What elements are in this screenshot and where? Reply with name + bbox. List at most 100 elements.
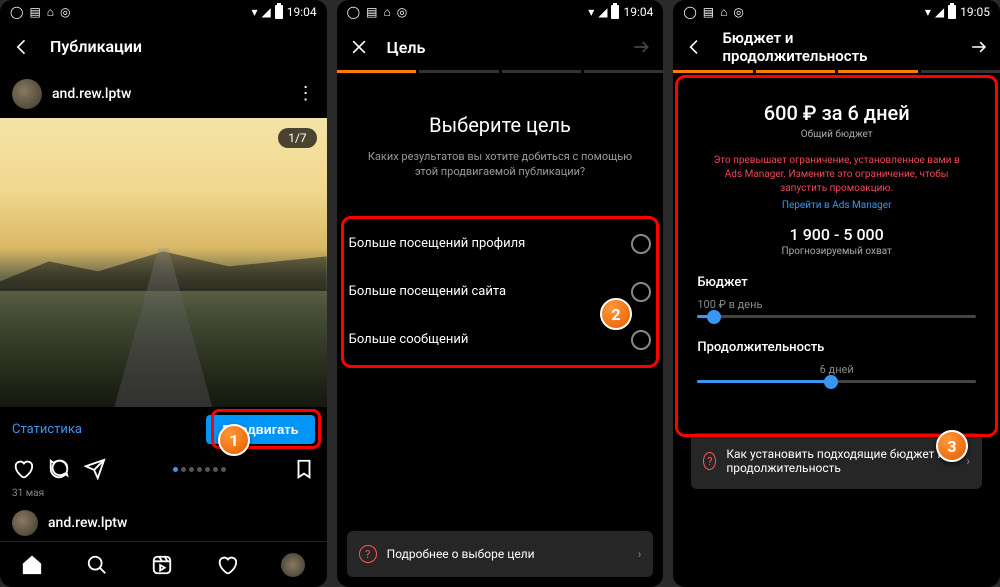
close-icon[interactable]: [349, 37, 369, 57]
username[interactable]: and.rew.lptw: [52, 86, 131, 102]
nav-reels-icon[interactable]: [151, 554, 173, 576]
comment-icon[interactable]: [48, 458, 70, 480]
duration-slider[interactable]: [697, 380, 976, 383]
nav-profile-icon[interactable]: [281, 553, 305, 577]
instagram-icon: ⌂: [47, 6, 54, 18]
goal-subtitle: Каких результатов вы хотите добиться с п…: [337, 149, 664, 180]
battery-icon: [275, 5, 283, 19]
budget-slider-block: Бюджет 100 ₽ в день: [689, 275, 984, 318]
duration-label: Продолжительность: [697, 340, 976, 355]
slider-thumb[interactable]: [707, 310, 721, 324]
promote-row: Статистика Продвигать: [0, 407, 327, 452]
question-icon: ?: [703, 452, 716, 470]
status-time: 19:05: [960, 6, 990, 18]
option-label: Больше посещений профиля: [349, 236, 526, 251]
next-icon[interactable]: [969, 37, 988, 57]
wifi-icon: ▾: [925, 6, 931, 18]
page-title: Публикации: [50, 37, 142, 56]
back-icon[interactable]: [12, 37, 32, 57]
instagram-icon: ⌂: [383, 6, 390, 18]
budget-label: Бюджет: [697, 275, 976, 290]
budget-value: 100 ₽ в день: [697, 298, 976, 311]
back-icon[interactable]: [685, 37, 704, 57]
radio-icon[interactable]: [631, 234, 651, 254]
step-badge-3: 3: [936, 430, 968, 462]
step-badge-2: 2: [600, 298, 632, 330]
help-text: Как установить подходящие бюджет и продо…: [726, 447, 956, 475]
goal-title: Выберите цель: [337, 113, 664, 137]
opera-icon: ◯: [683, 6, 696, 18]
duration-value: 6 дней: [697, 363, 976, 376]
chevron-right-icon: ›: [966, 454, 970, 468]
status-time: 19:04: [287, 6, 317, 18]
bottom-nav: [0, 541, 327, 587]
shazam-icon: ◎: [733, 6, 743, 18]
nav-search-icon[interactable]: [86, 554, 108, 576]
carousel-counter: 1/7: [278, 128, 316, 148]
username[interactable]: and.rew.lptw: [48, 515, 127, 531]
signal-icon: ◢: [262, 6, 271, 18]
avatar[interactable]: [12, 79, 42, 109]
duration-slider-block: Продолжительность 6 дней: [689, 340, 984, 383]
avatar[interactable]: [12, 510, 38, 536]
goal-option-profile[interactable]: Больше посещений профиля: [337, 220, 664, 268]
stats-link[interactable]: Статистика: [12, 422, 82, 437]
signal-icon: ◢: [598, 6, 607, 18]
carousel-dots: [120, 467, 279, 472]
battery-icon: [611, 5, 619, 19]
page-title: Цель: [387, 38, 426, 57]
like-icon[interactable]: [12, 458, 34, 480]
gallery-icon: ▤: [366, 6, 377, 18]
screen-publications: ◯ ▤ ⌂ ◎ ▾ ◢ 19:04 Публикации and.rew.lpt…: [0, 0, 327, 587]
shazam-icon: ◎: [60, 6, 70, 18]
budget-slider[interactable]: [697, 315, 976, 318]
next-post-author[interactable]: and.rew.lptw: [0, 505, 327, 541]
question-icon: ?: [359, 545, 377, 563]
screen-goal: ◯ ▤ ⌂ ◎ ▾ ◢ 19:04 Цель Выберите цель Как…: [337, 0, 664, 587]
page-title: Бюджет и продолжительность: [723, 29, 933, 65]
option-label: Больше сообщений: [349, 332, 469, 347]
header: Публикации: [0, 24, 327, 70]
nav-home-icon[interactable]: [21, 554, 43, 576]
budget-sub: Общий бюджет: [689, 129, 984, 140]
chevron-right-icon: ›: [638, 547, 642, 561]
more-icon[interactable]: ⋮: [297, 85, 315, 103]
signal-icon: ◢: [935, 6, 944, 18]
post-photo[interactable]: 1/7: [0, 118, 327, 407]
gallery-icon: ▤: [703, 6, 714, 18]
header: Цель: [337, 24, 664, 70]
budget-headline: 600 ₽ за 6 дней: [689, 101, 984, 125]
slider-thumb[interactable]: [824, 375, 838, 389]
gallery-icon: ▤: [29, 6, 40, 18]
budget-warning: Это превышает ограничение, установленное…: [689, 154, 984, 196]
ads-manager-link[interactable]: Перейти в Ads Manager: [689, 200, 984, 211]
help-text: Подробнее о выборе цели: [387, 547, 535, 561]
header: Бюджет и продолжительность: [673, 24, 1000, 70]
instagram-icon: ⌂: [720, 6, 727, 18]
nav-activity-icon[interactable]: [216, 554, 238, 576]
radio-icon[interactable]: [631, 282, 651, 302]
wifi-icon: ▾: [588, 6, 594, 18]
share-icon[interactable]: [84, 458, 106, 480]
bookmark-icon[interactable]: [293, 458, 315, 480]
goal-options: Больше посещений профиля Больше посещени…: [337, 220, 664, 364]
battery-icon: [948, 5, 956, 19]
status-bar: ◯ ▤ ⌂ ◎ ▾ ◢ 19:04: [0, 0, 327, 24]
reach-sub: Прогнозируемый охват: [689, 246, 984, 257]
opera-icon: ◯: [10, 6, 23, 18]
wifi-icon: ▾: [252, 6, 258, 18]
status-bar: ◯ ▤ ⌂ ◎ ▾ ◢ 19:05: [673, 0, 1000, 24]
post-date: 31 мая: [0, 486, 327, 505]
option-label: Больше посещений сайта: [349, 284, 506, 299]
reach-value: 1 900 - 5 000: [689, 225, 984, 244]
help-bar[interactable]: ? Подробнее о выборе цели ›: [347, 531, 654, 577]
status-time: 19:04: [623, 6, 653, 18]
status-bar: ◯ ▤ ⌂ ◎ ▾ ◢ 19:04: [337, 0, 664, 24]
post-actions: [0, 452, 327, 486]
post-author-row[interactable]: and.rew.lptw ⋮: [0, 70, 327, 118]
opera-icon: ◯: [347, 6, 360, 18]
shazam-icon: ◎: [397, 6, 407, 18]
screen-budget: ◯ ▤ ⌂ ◎ ▾ ◢ 19:05 Бюджет и продолжительн…: [673, 0, 1000, 587]
radio-icon[interactable]: [631, 330, 651, 350]
step-badge-1: 1: [218, 424, 250, 456]
